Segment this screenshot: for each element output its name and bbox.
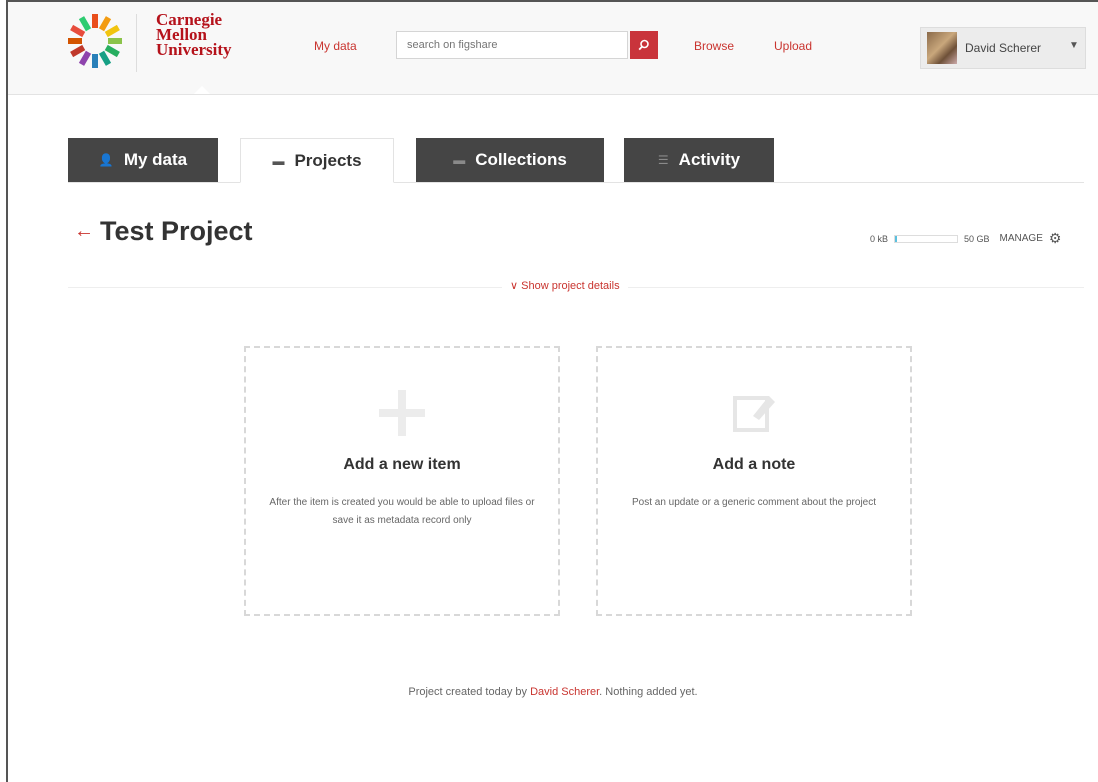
card-description: Post an update or a generic comment abou… (631, 497, 877, 508)
main-tabs: 👤 My data ▬ Projects ▬ Collections ☰ Act… (68, 138, 1084, 183)
comment-icon: ▬ (453, 153, 466, 167)
storage-total: 50 GB (964, 233, 990, 244)
author-link[interactable]: David Scherer (530, 686, 599, 698)
arrow-left-icon[interactable]: ← (74, 220, 94, 243)
show-project-details-link[interactable]: ∨ Show project details (502, 279, 628, 292)
site-header: Carnegie Mellon University My data Brows… (8, 2, 1098, 95)
cmu-logo-icon[interactable] (66, 12, 124, 70)
tab-activity[interactable]: ☰ Activity (624, 138, 774, 182)
plus-icon (379, 390, 425, 436)
storage-fill (895, 235, 898, 242)
storage-used: 0 kB (870, 233, 889, 244)
tab-label: My data (123, 150, 188, 169)
nav-my-data-link[interactable]: My data (314, 39, 357, 53)
add-item-card[interactable]: Add a new item After the item is created… (244, 346, 560, 616)
add-note-card[interactable]: Add a note Post an update or a generic c… (596, 346, 912, 616)
project-status-note: Project created today by David Scherer. … (8, 686, 1098, 698)
tab-label: Activity (678, 150, 741, 169)
wordmark-line-3: University (156, 40, 232, 59)
logo-divider (136, 14, 137, 72)
storage-bar (894, 234, 959, 243)
search-input[interactable] (396, 31, 628, 59)
folder-icon: ▬ (272, 153, 285, 168)
university-wordmark[interactable]: Carnegie Mellon University (156, 11, 232, 59)
header-pointer-arrow (194, 86, 210, 94)
gear-icon[interactable]: ⚙ (1049, 230, 1062, 247)
list-icon: ☰ (657, 153, 669, 167)
nav-upload-link[interactable]: Upload (774, 39, 812, 53)
browser-frame: Carnegie Mellon University My data Brows… (6, 0, 1098, 782)
tab-label: Projects (294, 150, 362, 170)
user-name: David Scherer (965, 41, 1042, 55)
details-toggle-label: Show project details (521, 280, 620, 292)
storage-usage: 0 kB 50 GB MANAGE ⚙ (870, 230, 1061, 247)
status-suffix: . Nothing added yet. (599, 686, 698, 698)
tab-projects[interactable]: ▬ Projects (240, 138, 394, 183)
user-menu[interactable]: David Scherer ▼ (920, 27, 1086, 69)
manage-link[interactable]: MANAGE (1000, 233, 1043, 244)
page-title: Test Project (100, 216, 253, 246)
edit-note-icon (733, 396, 775, 432)
chevron-down-icon: ∨ (510, 280, 519, 292)
search-icon (638, 39, 649, 51)
status-prefix: Project created today by (408, 686, 527, 698)
tab-my-data[interactable]: 👤 My data (68, 138, 218, 182)
card-description: After the item is created you would be a… (269, 497, 535, 526)
card-title: Add a new item (343, 456, 461, 473)
avatar (927, 32, 957, 64)
tab-label: Collections (475, 150, 567, 169)
user-icon: 👤 (98, 153, 114, 167)
caret-down-icon: ▼ (1069, 40, 1079, 51)
search-button[interactable] (630, 31, 658, 59)
tab-collections[interactable]: ▬ Collections (416, 138, 604, 182)
nav-browse-link[interactable]: Browse (694, 39, 734, 53)
card-title: Add a note (712, 456, 796, 473)
